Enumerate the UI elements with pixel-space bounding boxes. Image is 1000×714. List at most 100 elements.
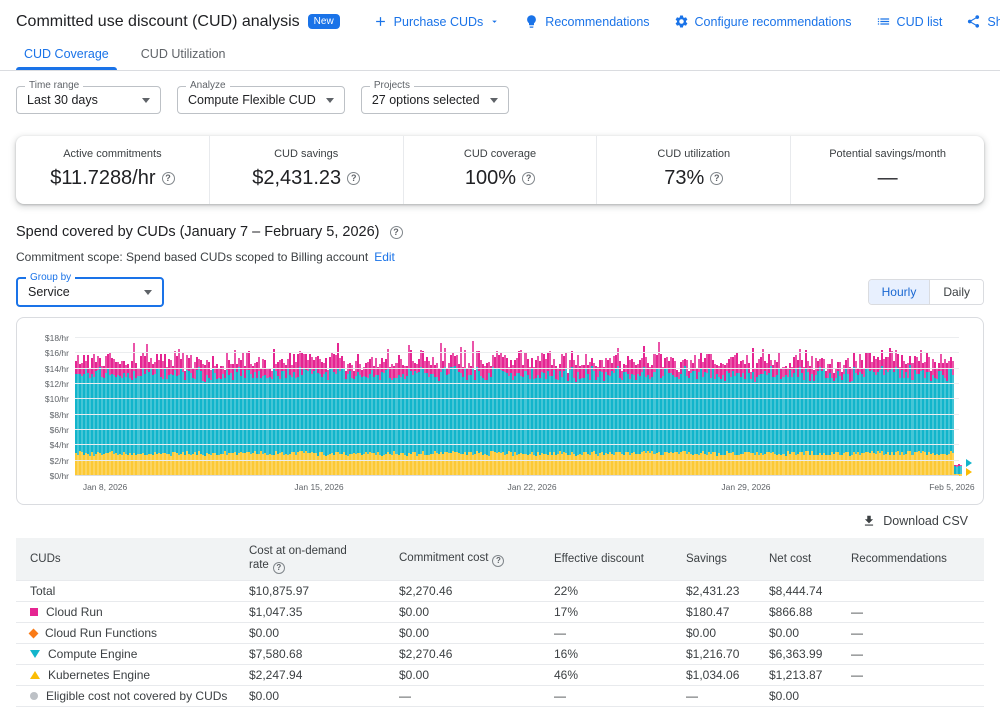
cud-list-button[interactable]: CUD list [869, 9, 950, 34]
chart-bar[interactable] [839, 338, 841, 476]
chart-bar[interactable] [508, 338, 510, 476]
chart-bar[interactable] [653, 338, 655, 476]
chart-bar[interactable] [730, 338, 732, 476]
chart-bar[interactable] [795, 338, 797, 476]
chart-bar[interactable] [819, 338, 821, 476]
chart-bar[interactable] [186, 338, 188, 476]
chart-bar[interactable] [295, 338, 297, 476]
chart-bar[interactable] [803, 338, 805, 476]
chart-bar[interactable] [722, 338, 724, 476]
chart-bar[interactable] [456, 338, 458, 476]
chart-bar[interactable] [952, 338, 954, 476]
chart-bar[interactable] [484, 338, 486, 476]
chart-bar[interactable] [637, 338, 639, 476]
chart-bar[interactable] [250, 338, 252, 476]
chart-bar[interactable] [190, 338, 192, 476]
chart-bar[interactable] [577, 338, 579, 476]
chart-bar[interactable] [416, 338, 418, 476]
chart-bar[interactable] [347, 338, 349, 476]
chart-bar[interactable] [178, 338, 180, 476]
chart-bar[interactable] [593, 338, 595, 476]
chart-bar[interactable] [468, 338, 470, 476]
chart-bar[interactable] [565, 338, 567, 476]
chart-bar[interactable] [444, 338, 446, 476]
chart-bar[interactable] [605, 338, 607, 476]
chart-bar[interactable] [585, 338, 587, 476]
chart-bar[interactable] [625, 338, 627, 476]
chart-bar[interactable] [121, 338, 123, 476]
chart-bar[interactable] [706, 338, 708, 476]
chart-bar[interactable] [662, 338, 664, 476]
chart-bar[interactable] [283, 338, 285, 476]
chart-bar[interactable] [770, 338, 772, 476]
chart-bar[interactable] [504, 338, 506, 476]
chart-bar[interactable] [275, 338, 277, 476]
chart-bar[interactable] [146, 338, 148, 476]
chart-bar[interactable] [137, 338, 139, 476]
chart-bar[interactable] [956, 338, 958, 476]
chart-bar[interactable] [271, 338, 273, 476]
chart-bar[interactable] [142, 338, 144, 476]
chart-bar[interactable] [787, 338, 789, 476]
chart-bar[interactable] [617, 338, 619, 476]
chart-bar[interactable] [234, 338, 236, 476]
chart-bar[interactable] [480, 338, 482, 476]
chart-bar[interactable] [460, 338, 462, 476]
chart-bar[interactable] [609, 338, 611, 476]
chart-bar[interactable] [335, 338, 337, 476]
chart-bar[interactable] [472, 338, 474, 476]
chart-bar[interactable] [448, 338, 450, 476]
chart-bar[interactable] [226, 338, 228, 476]
chart-bar[interactable] [125, 338, 127, 476]
chart-bar[interactable] [778, 338, 780, 476]
recommendations-button[interactable]: Recommendations [517, 9, 656, 34]
chart-bar[interactable] [649, 338, 651, 476]
chart-bar[interactable] [831, 338, 833, 476]
chart-bar[interactable] [569, 338, 571, 476]
chart-bar[interactable] [117, 338, 119, 476]
chart-bar[interactable] [670, 338, 672, 476]
purchase-cuds-button[interactable]: Purchase CUDs [366, 9, 508, 34]
chart-bar[interactable] [198, 338, 200, 476]
help-icon[interactable]: ? [347, 172, 360, 185]
chart-bar[interactable] [545, 338, 547, 476]
chart-bar[interactable] [170, 338, 172, 476]
chart-bar[interactable] [105, 338, 107, 476]
chart-bar[interactable] [432, 338, 434, 476]
chart-bar[interactable] [541, 338, 543, 476]
chart-bar[interactable] [766, 338, 768, 476]
chart-bar[interactable] [674, 338, 676, 476]
chart-bar[interactable] [573, 338, 575, 476]
chart-bar[interactable] [549, 338, 551, 476]
chart-bar[interactable] [851, 338, 853, 476]
chart-bar[interactable] [702, 338, 704, 476]
chart-bar[interactable] [678, 338, 680, 476]
chart-bar[interactable] [287, 338, 289, 476]
chart-bar[interactable] [557, 338, 559, 476]
chart-bar[interactable] [492, 338, 494, 476]
chart-bar[interactable] [343, 338, 345, 476]
chart-bar[interactable] [476, 338, 478, 476]
chart-bar[interactable] [932, 338, 934, 476]
chart-bar[interactable] [875, 338, 877, 476]
chart-bar[interactable] [940, 338, 942, 476]
chart-bar[interactable] [561, 338, 563, 476]
help-icon[interactable]: ? [162, 172, 175, 185]
chart-bar[interactable] [916, 338, 918, 476]
chart-bar[interactable] [920, 338, 922, 476]
chart-bar[interactable] [97, 338, 99, 476]
chart-bar[interactable] [307, 338, 309, 476]
chart-bar[interactable] [871, 338, 873, 476]
chart-bar[interactable] [694, 338, 696, 476]
chart-bar[interactable] [903, 338, 905, 476]
chart-bar[interactable] [529, 338, 531, 476]
chart-bars[interactable] [75, 338, 959, 476]
chart-bar[interactable] [158, 338, 160, 476]
chart-bar[interactable] [843, 338, 845, 476]
chart-bar[interactable] [218, 338, 220, 476]
chart-bar[interactable] [258, 338, 260, 476]
chart-bar[interactable] [782, 338, 784, 476]
chart-bar[interactable] [210, 338, 212, 476]
download-csv-button[interactable]: Download CSV [862, 514, 968, 528]
chart-bar[interactable] [420, 338, 422, 476]
